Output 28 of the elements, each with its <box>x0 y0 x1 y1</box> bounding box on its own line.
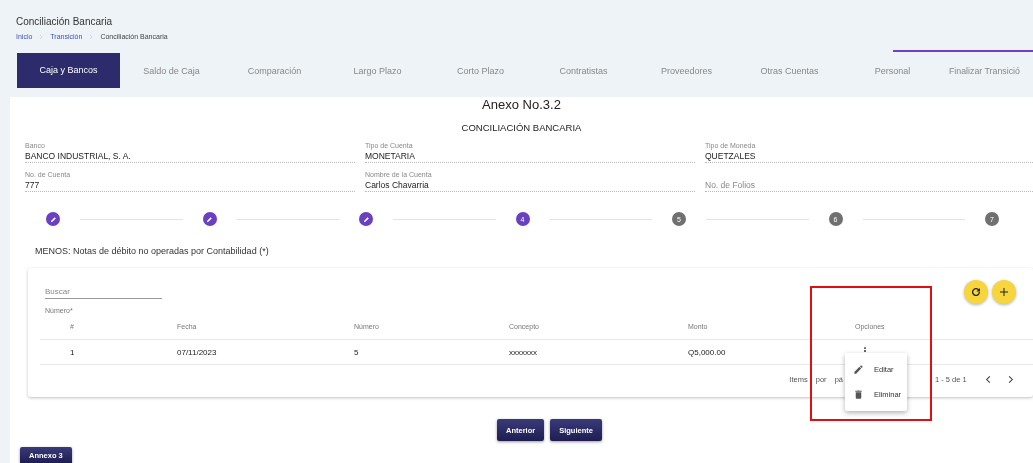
tab[interactable]: Finalizar Transició <box>944 53 1020 88</box>
annex-title: Anexo No.3.2 <box>482 97 561 112</box>
field-value: BANCO INDUSTRIAL, S. A. <box>25 151 132 161</box>
search-placeholder: Buscar <box>45 287 70 296</box>
tab[interactable]: Saldo de Caja <box>120 53 223 88</box>
field-value: 777 <box>25 180 41 190</box>
tab[interactable]: Comparación <box>223 53 326 88</box>
tab[interactable]: Proveedores <box>635 53 738 88</box>
field-value: Carlos Chavarria <box>365 180 430 190</box>
field-value: QUETZALES <box>705 151 757 161</box>
table-cell-text: 5 <box>354 347 360 357</box>
search-field[interactable]: Buscar <box>45 282 162 299</box>
table-cell-text: xxxxxxx <box>509 347 538 357</box>
tab[interactable]: Caja y Bancos <box>17 53 120 88</box>
tab[interactable]: Contratistas <box>532 53 635 88</box>
tab[interactable]: Corto Plazo <box>429 53 532 88</box>
table-cell-text: 07/11/2023 <box>177 347 218 357</box>
table-cell-text: Q5,000.00 <box>688 347 727 357</box>
tab[interactable]: Otras Cuentas <box>738 53 841 88</box>
field-placeholder: No. de Folios <box>705 180 757 190</box>
tab[interactable]: Largo Plazo <box>326 53 429 88</box>
section-heading: MENOS: Notas de débito no operadas por Contabilidad (*) <box>35 246 269 256</box>
form-field[interactable]: No. de Folios <box>705 168 1033 192</box>
page-title: Conciliación Bancaria <box>16 16 113 27</box>
field-value: MONETARIA <box>365 151 416 161</box>
table-cell-text: 1 <box>70 347 76 357</box>
tab[interactable]: Personal <box>841 53 944 88</box>
form-subtitle: CONCILIACIÓN BANCARIA <box>461 122 582 133</box>
